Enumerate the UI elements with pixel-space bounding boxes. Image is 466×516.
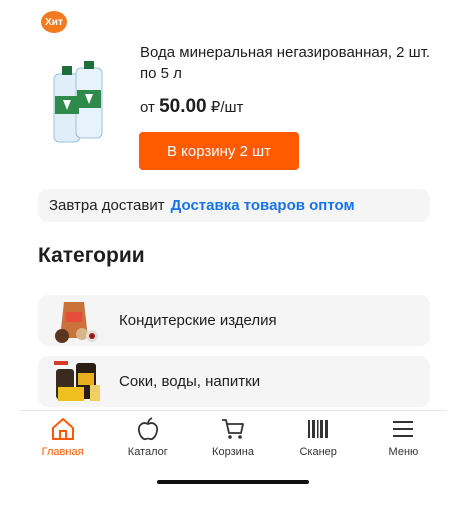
delivery-text: Завтра доставит: [49, 197, 165, 214]
categories-title: Категории: [38, 244, 145, 267]
delivery-banner: Завтра доставит Доставка товаров оптом: [38, 189, 430, 222]
price-prefix: от: [140, 99, 155, 116]
tabbar-divider: [20, 410, 446, 411]
price-unit: ₽/шт: [210, 99, 244, 116]
price-value: 50.00: [159, 96, 207, 117]
apple-icon: [137, 417, 158, 441]
tab-menu[interactable]: Меню: [361, 416, 446, 466]
add-to-cart-button[interactable]: В корзину 2 шт: [139, 132, 299, 170]
category-item-drinks[interactable]: Соки, воды, напитки: [38, 356, 430, 407]
tab-home[interactable]: Главная: [20, 416, 105, 466]
product-title[interactable]: Вода минеральная негазированная, 2 шт. п…: [140, 42, 440, 84]
confectionery-image: [55, 301, 98, 343]
category-label: Кондитерские изделия: [119, 312, 277, 329]
tab-label: Каталог: [127, 446, 168, 458]
cart-icon: [222, 419, 244, 439]
delivery-link[interactable]: Доставка товаров оптом: [171, 197, 355, 214]
product-price: от 50.00 ₽/шт: [140, 96, 243, 118]
tab-label: Корзина: [212, 446, 254, 458]
menu-icon: [393, 421, 414, 437]
home-indicator[interactable]: [157, 480, 309, 484]
tab-label: Сканер: [299, 446, 337, 458]
home-icon: [51, 418, 74, 440]
tab-scanner[interactable]: Сканер: [276, 416, 361, 466]
hit-badge: Хит: [41, 11, 67, 33]
tab-label: Главная: [41, 446, 84, 458]
tab-cart[interactable]: Корзина: [190, 416, 275, 466]
water-bottles-image: [53, 61, 103, 143]
category-label: Соки, воды, напитки: [119, 373, 261, 390]
barcode-icon: [308, 420, 329, 438]
category-item-confectionery[interactable]: Кондитерские изделия: [38, 295, 430, 346]
tab-catalog[interactable]: Каталог: [105, 416, 190, 466]
tab-label: Меню: [388, 446, 419, 458]
tab-bar: Главная Каталог Корзина Сканер Меню: [20, 416, 446, 466]
drinks-image: [54, 360, 100, 401]
